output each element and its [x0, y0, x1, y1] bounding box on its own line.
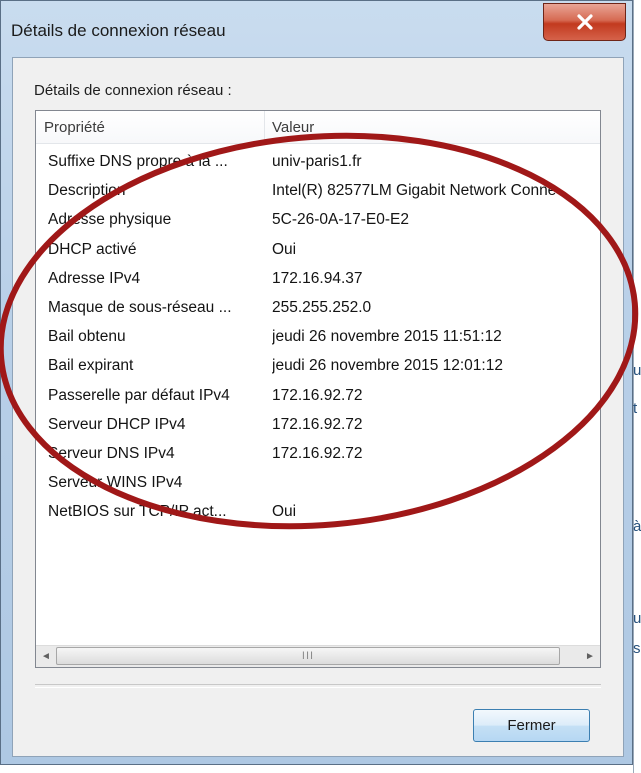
separator — [35, 684, 601, 688]
background-text: u — [633, 362, 641, 379]
row-value: univ-paris1.fr — [272, 153, 362, 170]
row-value: Intel(R) 82577LM Gigabit Network Conne — [272, 182, 557, 200]
list-row[interactable]: Adresse physique 5C-26-0A-17-E0-E2 — [36, 207, 600, 236]
row-key: Description — [48, 182, 126, 200]
row-key: Bail obtenu — [48, 328, 126, 346]
dialog-client-area: Détails de connexion réseau : Propriété … — [12, 57, 624, 757]
fermer-button[interactable]: Fermer — [473, 709, 590, 742]
row-value: 172.16.92.72 — [272, 415, 363, 433]
background-text: à — [633, 518, 641, 535]
list-header: Propriété Valeur — [36, 111, 600, 144]
details-group-label: Détails de connexion réseau : — [34, 82, 232, 99]
row-value: jeudi 26 novembre 2015 12:01:12 — [272, 357, 503, 375]
background-text: t — [633, 400, 638, 417]
row-key: Adresse physique — [48, 211, 172, 229]
list-row[interactable]: Bail expirant jeudi 26 novembre 2015 12:0… — [36, 353, 600, 382]
row-value: 172.16.94.37 — [272, 269, 363, 287]
window-close-button[interactable] — [543, 3, 626, 41]
scrollbar-thumb[interactable]: III — [56, 647, 560, 665]
list-row[interactable]: Serveur DNS IPv4 172.16.92.72 — [36, 441, 600, 470]
column-divider[interactable] — [264, 111, 265, 143]
row-value: Oui — [272, 503, 297, 521]
column-header-property[interactable]: Propriété — [44, 119, 105, 136]
row-key: Serveur WINS IPv4 — [48, 474, 183, 492]
row-value: 172.16.92.72 — [272, 386, 363, 404]
list-row[interactable]: NetBIOS sur TCP/IP act... Oui — [36, 499, 600, 528]
list-row[interactable]: Suffixe DNS propre à la ... univ-paris1.f… — [36, 149, 600, 178]
row-key: Masque de sous-réseau ... — [48, 298, 232, 316]
row-key: Serveur DNS IPv4 — [48, 444, 175, 462]
arrow-left-icon[interactable]: ◄ — [36, 646, 56, 667]
list-row[interactable]: DHCP activé Oui — [36, 237, 600, 266]
row-value: 172.16.92.72 — [272, 444, 363, 462]
window-title: Détails de connexion réseau — [11, 21, 226, 40]
row-value: Oui — [272, 240, 297, 258]
list-row[interactable]: Description Intel(R) 82577LM Gigabit Netw… — [36, 178, 600, 207]
list-row[interactable]: Serveur DHCP IPv4 172.16.92.72 — [36, 412, 600, 441]
row-key: Suffixe DNS propre à la ... — [48, 153, 228, 170]
column-header-value[interactable]: Valeur — [272, 119, 314, 136]
list-row[interactable]: Masque de sous-réseau ... 255.255.252.0 — [36, 295, 600, 324]
row-key: DHCP activé — [48, 240, 137, 258]
list-rows: Suffixe DNS propre à la ... univ-paris1.f… — [36, 149, 600, 528]
details-list[interactable]: Propriété Valeur Suffixe DNS propre à la… — [35, 110, 601, 668]
grip-icon: III — [301, 650, 315, 662]
row-value: 255.255.252.0 — [272, 298, 372, 316]
arrow-right-icon[interactable]: ► — [580, 646, 600, 667]
list-row[interactable]: Bail obtenu jeudi 26 novembre 2015 11:51:… — [36, 324, 600, 353]
list-row[interactable]: Serveur WINS IPv4 — [36, 470, 600, 499]
row-key: Adresse IPv4 — [48, 269, 141, 287]
row-key: Bail expirant — [48, 357, 134, 375]
close-icon — [576, 14, 593, 30]
row-key: Passerelle par défaut IPv4 — [48, 386, 230, 404]
row-key: Serveur DHCP IPv4 — [48, 415, 186, 433]
list-row[interactable]: Adresse IPv4 172.16.94.37 — [36, 266, 600, 295]
background-window-edge — [633, 0, 641, 773]
dialog-window: Détails de connexion réseau Détails de c… — [0, 0, 633, 765]
row-value: 5C-26-0A-17-E0-E2 — [272, 211, 409, 229]
row-value: jeudi 26 novembre 2015 11:51:12 — [272, 328, 502, 346]
row-key: NetBIOS sur TCP/IP act... — [48, 503, 227, 521]
background-text: u — [633, 610, 641, 627]
background-text: s — [633, 640, 641, 657]
horizontal-scrollbar[interactable]: ◄ III ► — [36, 645, 600, 667]
list-row[interactable]: Passerelle par défaut IPv4 172.16.92.72 — [36, 383, 600, 412]
